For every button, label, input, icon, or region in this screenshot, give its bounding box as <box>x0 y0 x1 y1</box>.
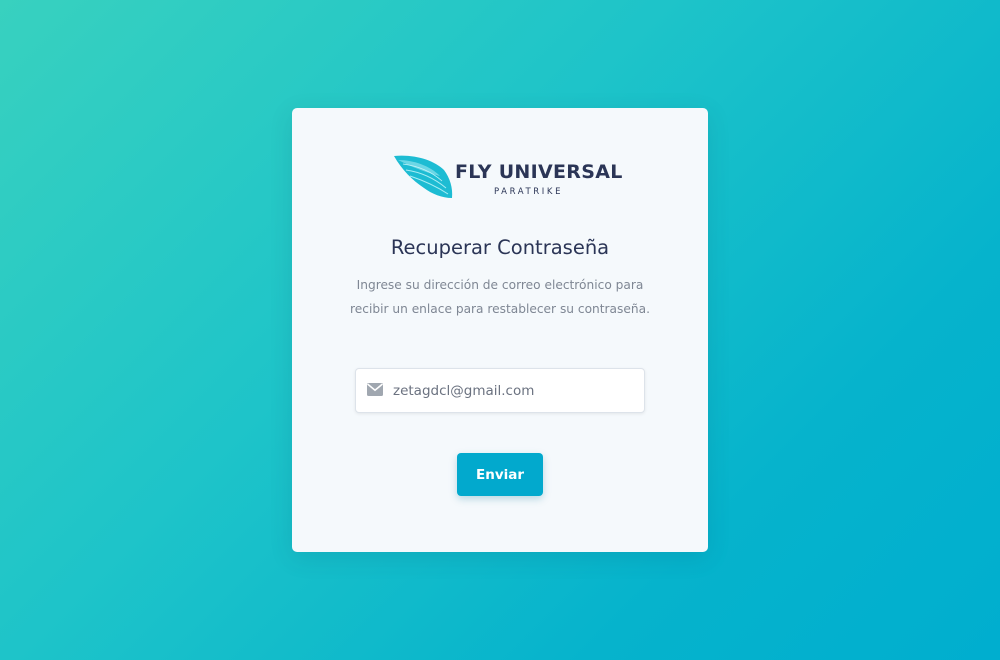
recovery-card: FLY UNIVERSAL PARATRIKE Recuperar Contra… <box>292 108 708 552</box>
envelope-icon <box>367 383 383 396</box>
submit-button[interactable]: Enviar <box>457 453 543 496</box>
brand-logo: FLY UNIVERSAL PARATRIKE <box>392 154 622 202</box>
wing-logo-icon <box>394 155 453 198</box>
brand-name: FLY UNIVERSAL <box>455 161 623 183</box>
email-input[interactable] <box>393 369 633 412</box>
email-field[interactable] <box>355 368 645 413</box>
page-title: Recuperar Contraseña <box>390 236 610 259</box>
instructions-text: Ingrese su dirección de correo electróni… <box>350 278 650 316</box>
brand-tagline: PARATRIKE <box>494 187 564 197</box>
